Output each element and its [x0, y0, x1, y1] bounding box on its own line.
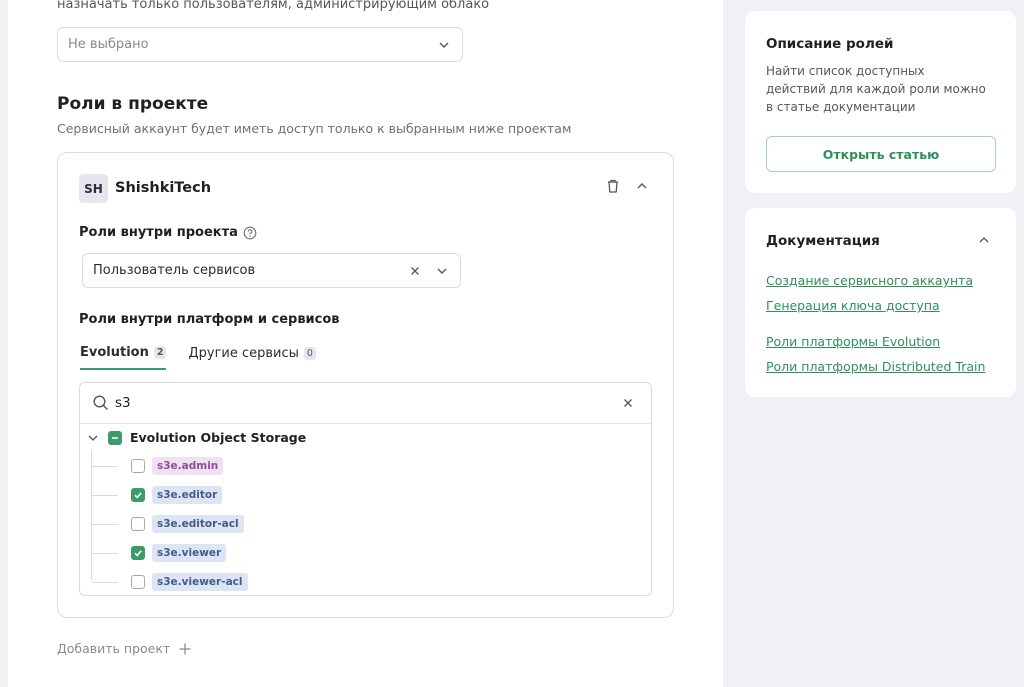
add-project-label: Добавить проект	[57, 641, 171, 656]
tree-branch-line	[92, 552, 118, 554]
roles-search-row	[80, 383, 651, 424]
project-roles-description: Сервисный аккаунт будет иметь доступ тол…	[57, 121, 572, 136]
tree-item-row[interactable]: s3e.editor-acl	[92, 513, 244, 535]
add-project-button[interactable]: Добавить проект	[57, 641, 192, 656]
admin-hint-text: назначать только пользователям, админист…	[57, 0, 490, 12]
tree-group-label: Evolution Object Storage	[130, 430, 307, 445]
tree-branch-line	[92, 523, 118, 525]
admin-role-placeholder: Не выбрано	[68, 37, 149, 52]
clear-icon[interactable]	[408, 264, 422, 278]
roles-search-input[interactable]	[115, 395, 621, 411]
role-tag: s3e.editor	[152, 486, 223, 504]
search-icon	[93, 395, 108, 410]
project-avatar: SH	[79, 174, 108, 203]
documentation-title: Документация	[766, 233, 880, 249]
group-checkbox[interactable]	[108, 430, 122, 445]
roles-description-text: Найти список доступных действий для кажд…	[766, 64, 986, 114]
tab-evolution-label: Evolution	[80, 345, 149, 360]
chevron-up-icon[interactable]	[977, 233, 991, 247]
roles-description-title: Описание ролей	[766, 36, 894, 52]
project-name: ShishkiTech	[115, 180, 212, 196]
service-tabs: Evolution 2 Другие сервисы 0	[80, 345, 316, 370]
main-panel: назначать только пользователям, админист…	[8, 0, 723, 687]
plus-icon	[179, 643, 191, 654]
tree-branch-line	[92, 494, 118, 496]
chevron-up-icon[interactable]	[634, 178, 650, 194]
project-card: SH ShishkiTech Роли внутри проекта Польз…	[57, 152, 674, 618]
minus-icon	[112, 436, 118, 439]
doc-link-distributed-train-roles[interactable]: Роли платформы Distributed Train	[766, 359, 985, 374]
tab-other-services-label: Другие сервисы	[188, 346, 299, 361]
tab-evolution-count: 2	[153, 346, 167, 359]
role-tag: s3e.viewer	[152, 544, 227, 562]
tree-item-row[interactable]: s3e.viewer	[92, 542, 227, 564]
tab-evolution[interactable]: Evolution 2	[80, 345, 167, 370]
chevron-down-icon	[439, 42, 449, 48]
tree-branch-line	[92, 581, 118, 583]
project-roles-select[interactable]: Пользователь сервисов	[82, 253, 461, 288]
tab-other-services[interactable]: Другие сервисы 0	[188, 345, 316, 370]
role-tag: s3e.editor-acl	[152, 515, 244, 533]
project-roles-value: Пользователь сервисов	[93, 263, 256, 278]
role-checkbox[interactable]	[131, 517, 145, 531]
tab-other-services-count: 0	[303, 347, 316, 360]
help-icon[interactable]	[243, 226, 257, 240]
role-checkbox[interactable]	[131, 575, 145, 589]
project-roles-label-row: Роли внутри проекта	[79, 225, 257, 240]
role-checkbox[interactable]	[131, 546, 145, 560]
doc-link-evolution-roles[interactable]: Роли платформы Evolution	[766, 334, 940, 349]
tree-group-row[interactable]: Evolution Object Storage	[86, 430, 306, 445]
doc-link-access-key[interactable]: Генерация ключа доступа	[766, 298, 940, 313]
tree-item-row[interactable]: s3e.admin	[92, 455, 224, 477]
tree-item-row[interactable]: s3e.viewer-acl	[92, 571, 248, 593]
tree-item-row[interactable]: s3e.editor	[92, 484, 223, 506]
role-checkbox[interactable]	[131, 488, 145, 502]
role-tag: s3e.viewer-acl	[152, 573, 248, 591]
chevron-down-icon[interactable]	[86, 431, 100, 445]
platform-roles-label: Роли внутри платформ и сервисов	[79, 312, 340, 327]
roles-tree-box: Evolution Object Storage s3e.admin s3e.ed…	[79, 382, 652, 596]
check-icon	[134, 492, 142, 499]
admin-role-select[interactable]: Не выбрано	[57, 27, 463, 62]
check-icon	[134, 550, 142, 557]
clear-search-icon[interactable]	[621, 396, 635, 410]
documentation-card: Документация Создание сервисного аккаунт…	[745, 208, 1016, 397]
project-roles-title: Роли в проекте	[57, 94, 209, 114]
doc-link-create-account[interactable]: Создание сервисного аккаунта	[766, 273, 973, 288]
chevron-down-icon[interactable]	[434, 263, 450, 279]
open-article-button[interactable]: Открыть статью	[766, 136, 996, 172]
role-tag: s3e.admin	[152, 457, 224, 475]
roles-description-card: Описание ролей Найти список доступных де…	[745, 11, 1016, 193]
tree-branch-line	[92, 465, 118, 467]
trash-icon[interactable]	[604, 177, 622, 195]
role-checkbox[interactable]	[131, 459, 145, 473]
project-roles-label: Роли внутри проекта	[79, 225, 238, 240]
